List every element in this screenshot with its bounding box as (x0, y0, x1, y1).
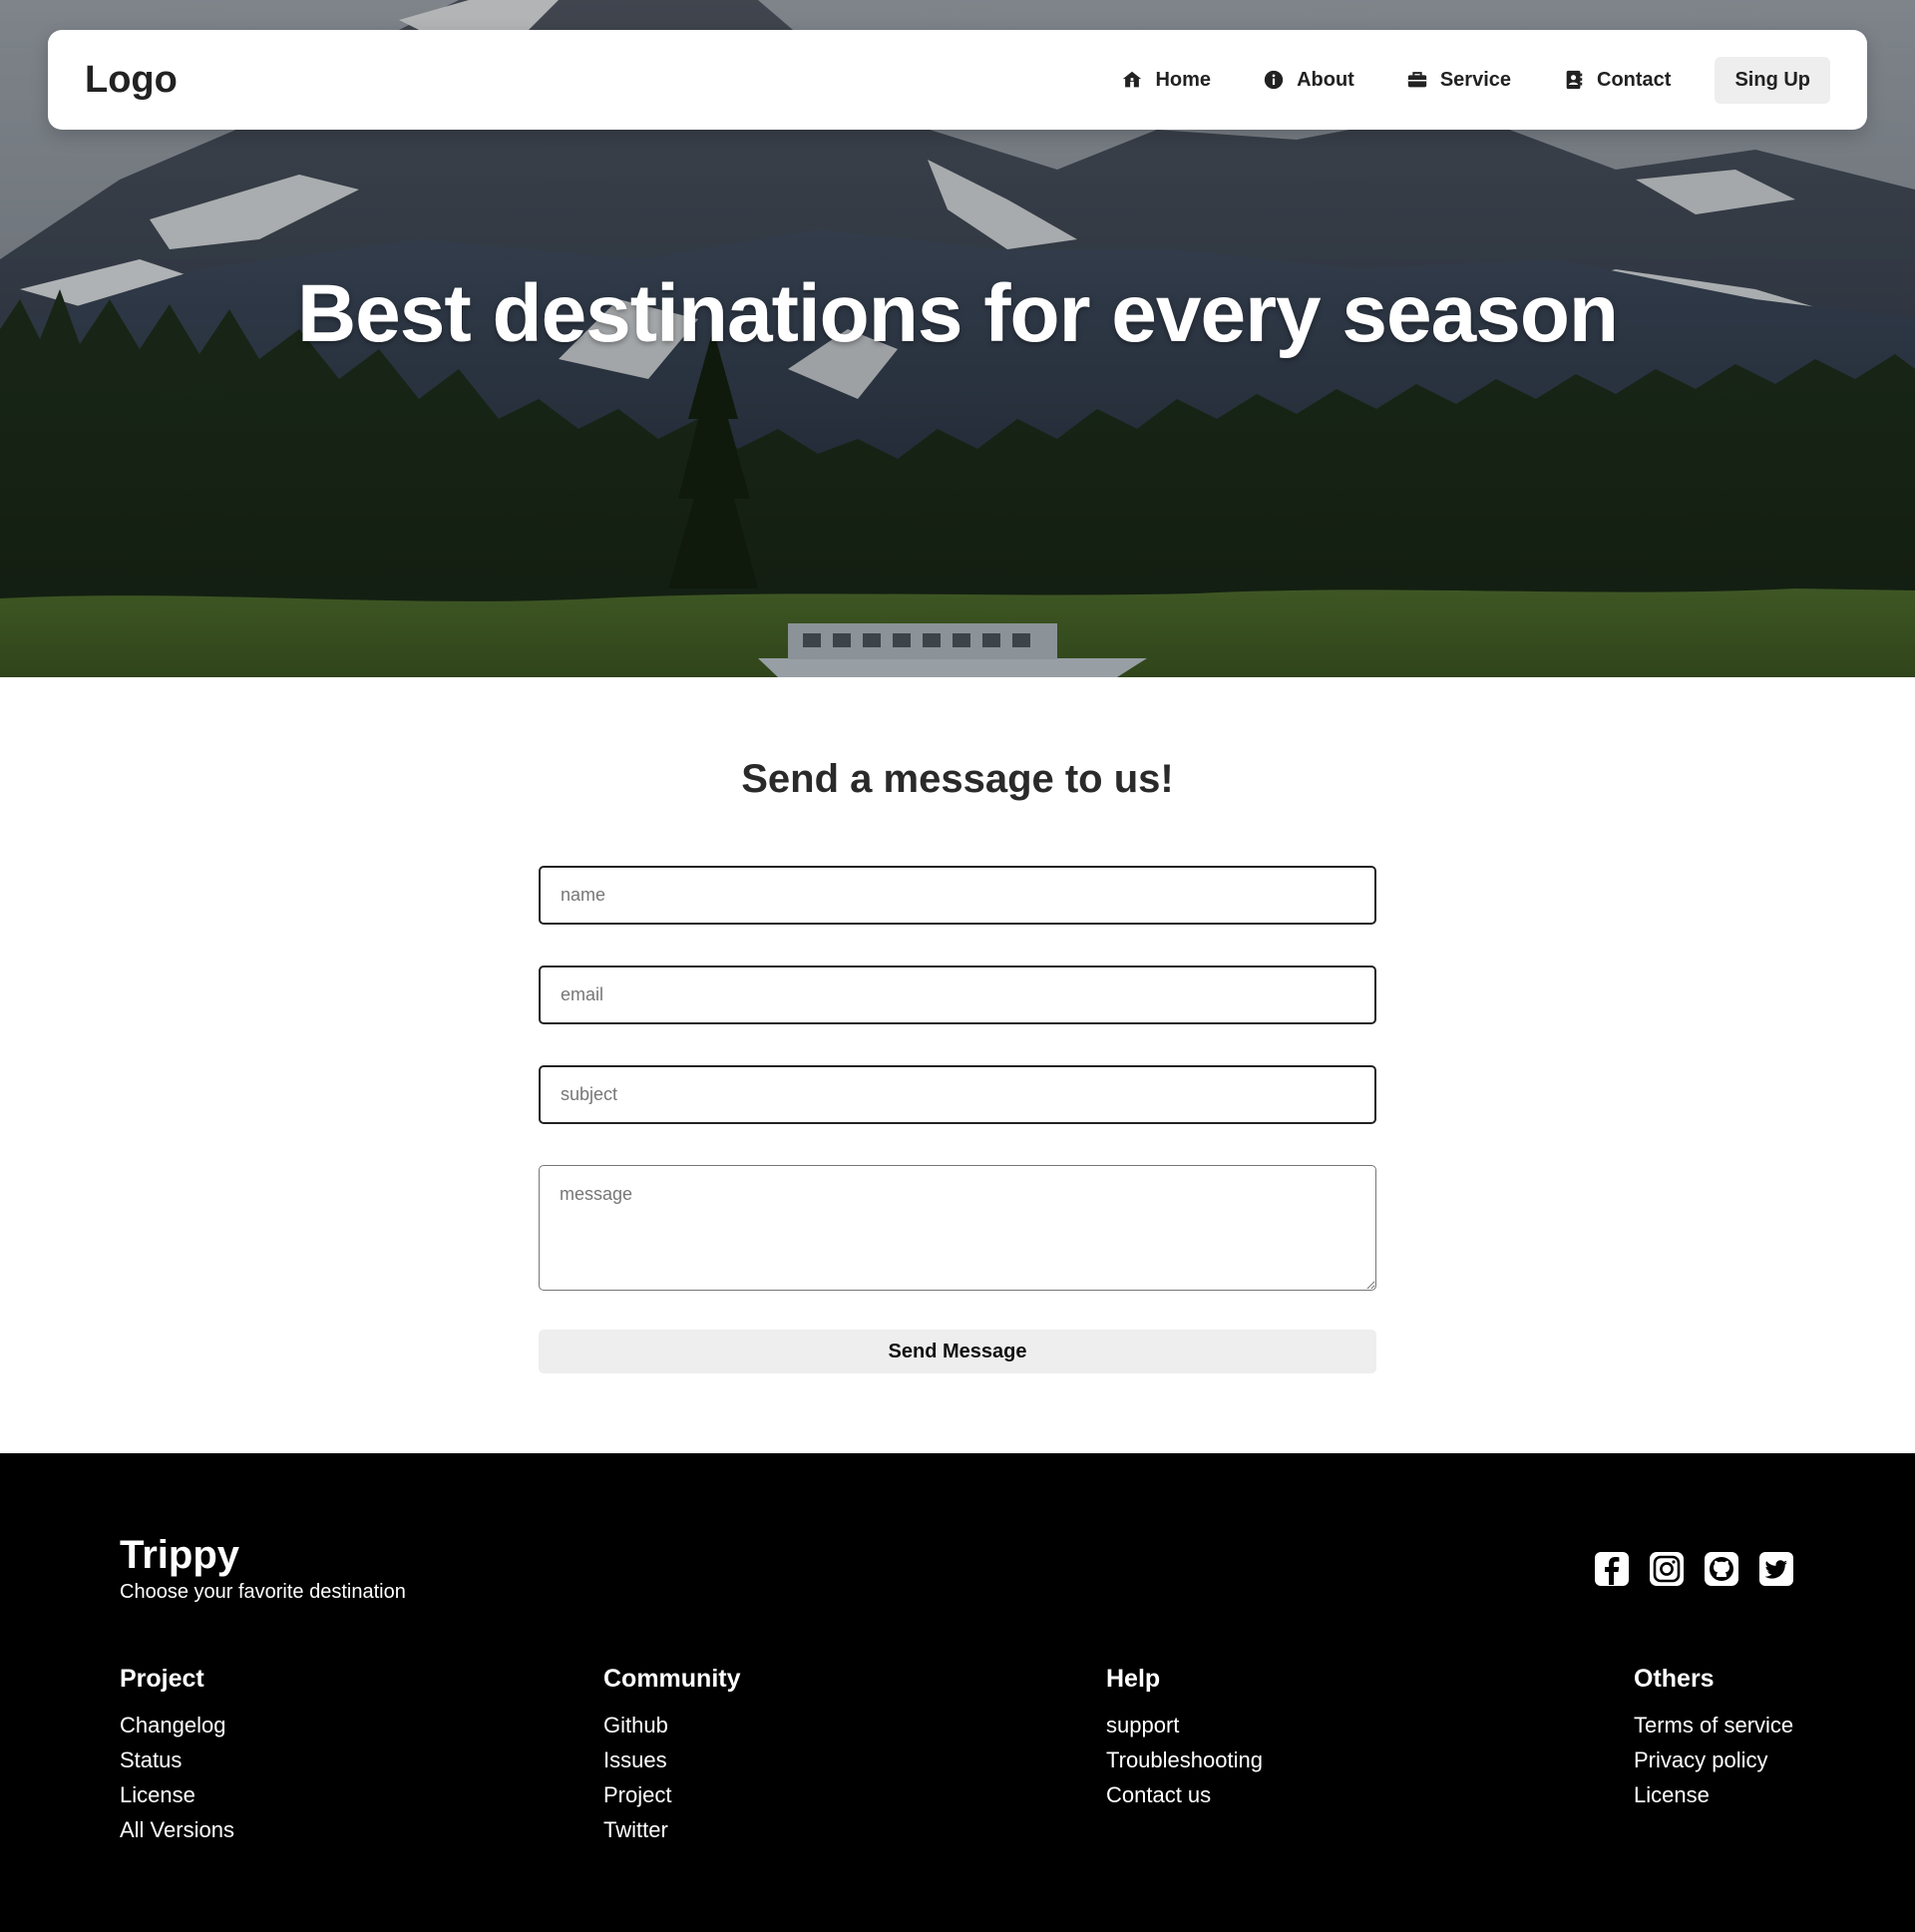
nav-item-home[interactable]: Home (1095, 59, 1237, 102)
footer-link-twitter[interactable]: Twitter (603, 1812, 741, 1847)
footer-brand-name: Trippy (120, 1533, 240, 1577)
navbar: Logo Home About Service Contact Sing Up (48, 30, 1867, 130)
footer-link-changelog[interactable]: Changelog (120, 1708, 234, 1742)
email-input[interactable] (539, 966, 1376, 1024)
footer-column-title: Project (120, 1665, 204, 1693)
nav-item-service[interactable]: Service (1380, 59, 1537, 102)
footer-column-project: Project Changelog Status License All Ver… (120, 1665, 234, 1847)
twitter-icon (1759, 1552, 1793, 1586)
footer-column-others: Others Terms of service Privacy policy L… (1634, 1665, 1793, 1812)
subject-input[interactable] (539, 1065, 1376, 1124)
github-icon (1705, 1552, 1738, 1586)
signup-button[interactable]: Sing Up (1715, 56, 1830, 104)
footer-link-issues[interactable]: Issues (603, 1742, 741, 1777)
nav-item-label: Contact (1597, 68, 1672, 91)
send-message-button[interactable]: Send Message (539, 1330, 1376, 1373)
footer-link-terms-of-service[interactable]: Terms of service (1634, 1708, 1793, 1742)
hero-title: Best destinations for every season (296, 268, 1619, 359)
contact-form-heading: Send a message to us! (741, 757, 1174, 801)
footer-link-troubleshooting[interactable]: Troubleshooting (1106, 1742, 1263, 1777)
facebook-icon (1595, 1552, 1629, 1586)
github-link[interactable] (1704, 1551, 1739, 1587)
info-icon (1264, 70, 1284, 90)
footer-link-support[interactable]: support (1106, 1708, 1263, 1742)
instagram-link[interactable] (1649, 1551, 1685, 1587)
footer-link-contact-us[interactable]: Contact us (1106, 1777, 1263, 1812)
nav-item-label: About (1297, 68, 1354, 91)
footer-link-license[interactable]: License (120, 1777, 234, 1812)
message-textarea[interactable] (539, 1165, 1376, 1291)
home-icon (1123, 71, 1142, 88)
footer: Trippy Choose your favorite destination … (0, 1453, 1915, 1932)
nav-item-contact[interactable]: Contact (1537, 59, 1697, 102)
footer-link-project[interactable]: Project (603, 1777, 741, 1812)
facebook-link[interactable] (1594, 1551, 1630, 1587)
footer-column-community: Community Github Issues Project Twitter (603, 1665, 741, 1847)
footer-link-status[interactable]: Status (120, 1742, 234, 1777)
instagram-icon (1650, 1552, 1684, 1586)
nav-item-label: Home (1155, 68, 1212, 91)
footer-link-github[interactable]: Github (603, 1708, 741, 1742)
footer-link-all-versions[interactable]: All Versions (120, 1812, 234, 1847)
nav-item-label: Service (1439, 68, 1511, 91)
nav-item-about[interactable]: About (1237, 59, 1380, 102)
footer-column-title: Others (1634, 1665, 1715, 1693)
footer-column-help: Help support Troubleshooting Contact us (1106, 1665, 1263, 1812)
twitter-link[interactable] (1758, 1551, 1794, 1587)
footer-column-title: Community (603, 1665, 741, 1693)
contact-card-icon (1566, 70, 1583, 90)
social-links (1594, 1551, 1794, 1587)
briefcase-icon (1407, 72, 1426, 88)
footer-link-license[interactable]: License (1634, 1777, 1793, 1812)
logo[interactable]: Logo (85, 59, 178, 102)
footer-tagline: Choose your favorite destination (120, 1581, 406, 1603)
contact-form-section: Send a message to us! Send Message (0, 677, 1915, 1453)
nav-links: Home About Service Contact Sing Up (1095, 56, 1830, 104)
footer-link-privacy-policy[interactable]: Privacy policy (1634, 1742, 1793, 1777)
name-input[interactable] (539, 866, 1376, 925)
footer-column-title: Help (1106, 1665, 1161, 1693)
